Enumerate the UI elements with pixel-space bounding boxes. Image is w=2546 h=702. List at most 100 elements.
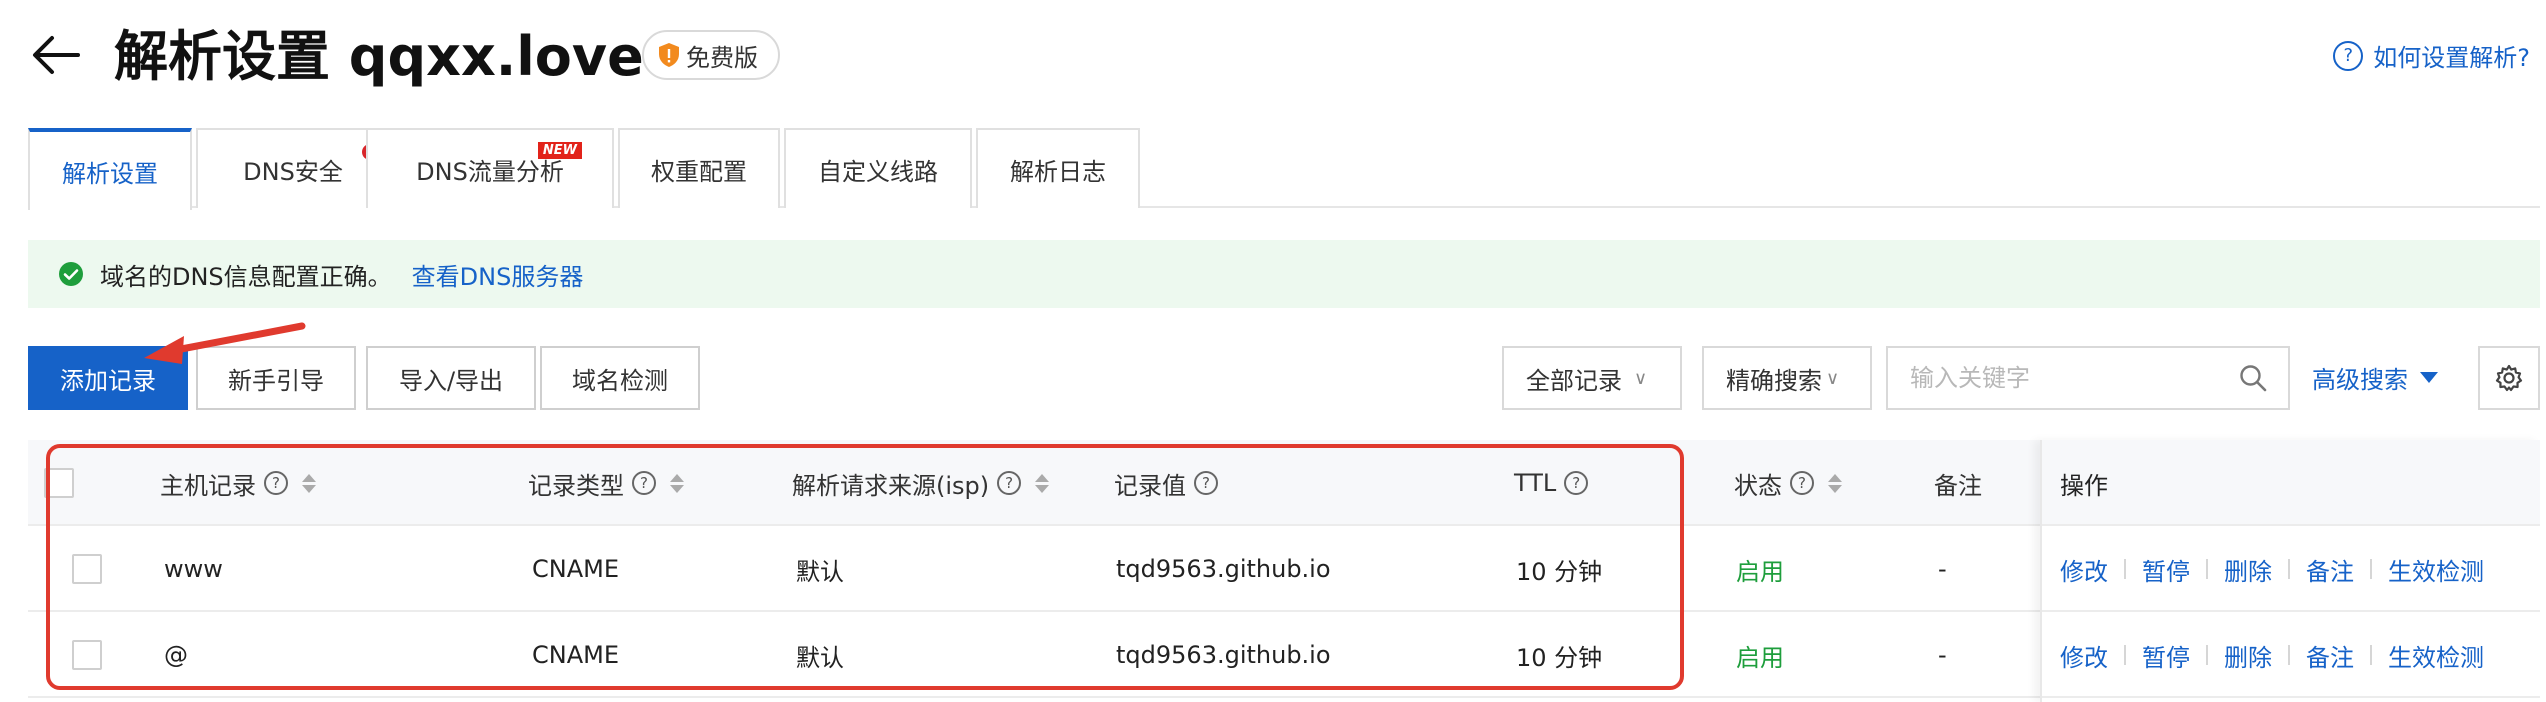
column-host-label: 主机记录 [160,471,256,500]
row-select-cell [72,612,102,698]
chevron-down-icon: ∨ [1634,367,1648,389]
divider [2124,559,2126,579]
cell-value: tqd9563.github.io [1116,555,1331,583]
tab-dns-security[interactable]: DNS安全 [196,128,390,208]
cell-isp: 默认 [796,557,844,586]
sort-icon[interactable] [670,473,684,493]
search-icon[interactable] [2238,363,2268,393]
view-dns-servers-link[interactable]: 查看DNS服务器 [412,257,584,292]
cell-remark: - [1938,555,1947,583]
beginner-guide-button[interactable]: 新手引导 [196,346,356,410]
divider [2288,645,2290,665]
column-isp-label: 解析请求来源(isp) [792,471,990,500]
column-type[interactable]: 记录类型 ? [528,440,684,526]
divider [2370,645,2372,665]
sort-icon[interactable] [1828,473,1842,493]
add-record-button[interactable]: 添加记录 [28,346,188,410]
divider [2206,559,2208,579]
pause-link[interactable]: 暂停 [2142,638,2190,673]
column-value: 记录值 ? [1114,440,1218,526]
cell-host: @ [164,641,188,669]
page-title: 解析设置 qqxx.love [114,25,644,88]
row-actions: 修改 暂停 删除 备注 生效检测 [2060,612,2484,698]
question-icon[interactable]: ? [1194,471,1218,495]
select-all-cell [44,440,74,526]
help-link-label: 如何设置解析? [2373,44,2530,72]
free-plan-badge: 免费版 [642,30,780,80]
cell-value: tqd9563.github.io [1116,641,1331,669]
verify-link[interactable]: 生效检测 [2388,552,2484,587]
column-isp[interactable]: 解析请求来源(isp) ? [792,440,1050,526]
cell-remark: - [1938,641,1947,669]
help-link[interactable]: ? 如何设置解析? [2333,38,2530,73]
row-actions: 修改 暂停 删除 备注 生效检测 [2060,526,2484,612]
keyword-search-input[interactable] [1888,348,2238,408]
search-mode-select[interactable]: 精确搜索 ∨ [1702,346,1872,410]
tab-custom-line[interactable]: 自定义线路 [784,128,972,208]
dns-status-message: 域名的DNS信息配置正确。 [100,262,392,291]
cell-status: 启用 [1736,557,1784,586]
divider [2124,645,2126,665]
cell-type: CNAME [532,555,619,583]
question-icon[interactable]: ? [1790,471,1814,495]
question-icon[interactable]: ? [997,471,1022,495]
remark-link[interactable]: 备注 [2306,552,2354,587]
row-select-cell [72,526,102,612]
sort-icon[interactable] [302,473,316,493]
tab-dns-log[interactable]: 解析日志 [976,128,1140,208]
delete-link[interactable]: 删除 [2224,638,2272,673]
cell-ttl: 10 分钟 [1516,557,1603,586]
verify-link[interactable]: 生效检测 [2388,638,2484,673]
dns-records-table: 主机记录 ? 记录类型 ? 解析请求来源(isp) ? 记录值 ? TTL ? … [28,440,2540,702]
column-status-label: 状态 [1734,471,1782,500]
divider [2370,559,2372,579]
new-badge: NEW [537,142,582,159]
dns-status-banner: 域名的DNS信息配置正确。 查看DNS服务器 [28,240,2540,308]
caret-down-icon [2420,372,2438,383]
search-mode-value: 精确搜索 [1726,366,1822,395]
column-host[interactable]: 主机记录 ? [160,440,316,526]
tab-weight-config[interactable]: 权重配置 [618,128,780,208]
divider [2288,559,2290,579]
tab-dns-settings[interactable]: 解析设置 [28,128,192,210]
question-icon: ? [2333,40,2364,71]
tab-dns-traffic-analysis[interactable]: DNS流量分析 NEW [366,128,614,208]
back-arrow-icon[interactable] [28,28,82,82]
advanced-search-toggle[interactable]: 高级搜索 [2312,360,2438,395]
domain-check-button[interactable]: 域名检测 [540,346,700,410]
cell-type: CNAME [532,641,619,669]
delete-link[interactable]: 删除 [2224,552,2272,587]
edit-link[interactable]: 修改 [2060,552,2108,587]
check-circle-icon [59,262,83,286]
column-status[interactable]: 状态 ? [1734,440,1842,526]
cell-isp: 默认 [796,643,844,672]
select-all-checkbox[interactable] [44,468,74,498]
cell-status: 启用 [1736,643,1784,672]
shield-icon [659,43,679,67]
cell-ttl: 10 分钟 [1516,643,1603,672]
free-plan-label: 免费版 [686,43,758,72]
question-icon[interactable]: ? [632,471,656,495]
import-export-button[interactable]: 导入/导出 [366,346,536,410]
cell-host: www [164,555,223,583]
pause-link[interactable]: 暂停 [2142,552,2190,587]
column-ttl: TTL ? [1514,440,1589,526]
row-checkbox[interactable] [72,554,102,584]
gear-icon [2495,364,2523,392]
column-remark: 备注 [1934,471,1982,500]
keyword-search-box [1886,346,2290,410]
record-filter-select[interactable]: 全部记录 ∨ [1502,346,1682,410]
row-checkbox[interactable] [72,640,102,670]
advanced-search-label: 高级搜索 [2312,366,2408,394]
remark-link[interactable]: 备注 [2306,638,2354,673]
tab-bar: 解析设置 DNS安全 DNS流量分析 NEW 权重配置 自定义线路 解析日志 [28,128,2540,210]
record-filter-value: 全部记录 [1526,366,1622,395]
chevron-down-icon: ∨ [1826,367,1840,389]
column-type-label: 记录类型 [528,471,624,500]
actions-column: 操作 修改 暂停 删除 备注 生效检测 修改 暂停 删除 备注 生效检测 [2040,440,2540,702]
sort-icon[interactable] [1035,473,1050,493]
settings-button[interactable] [2478,346,2540,410]
edit-link[interactable]: 修改 [2060,638,2108,673]
question-icon[interactable]: ? [1564,471,1589,495]
question-icon[interactable]: ? [264,471,288,495]
